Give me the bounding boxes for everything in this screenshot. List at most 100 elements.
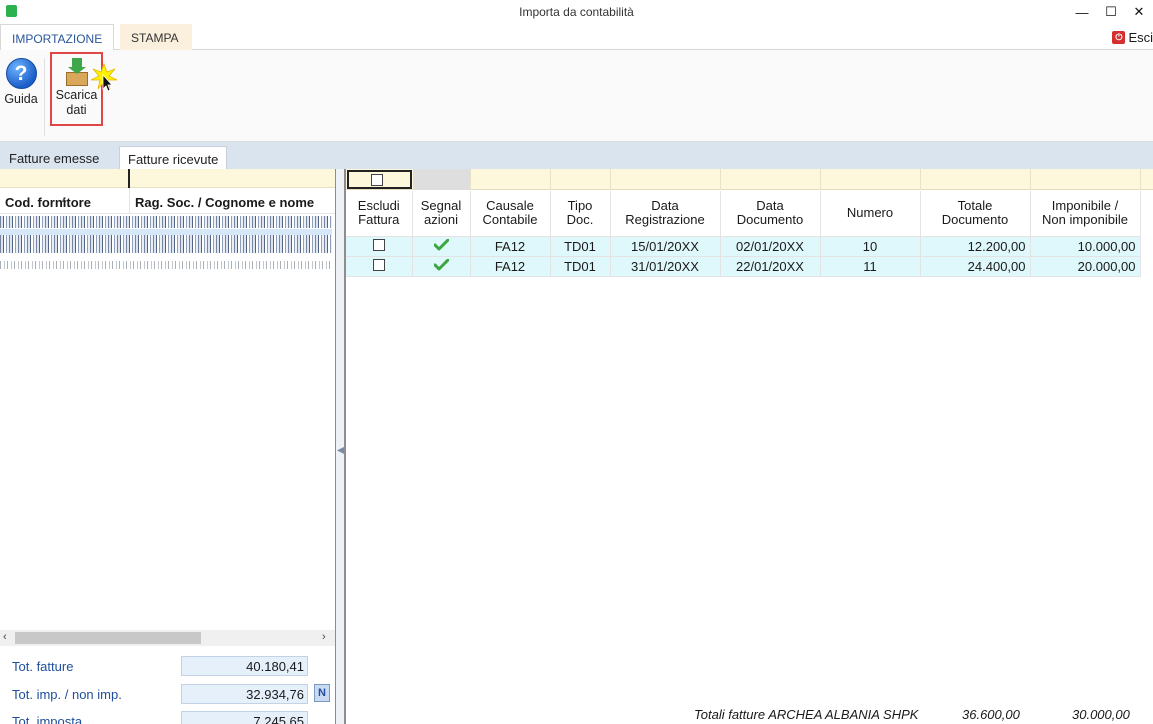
column-header-ragione-sociale[interactable]: Rag. Soc. / Cognome e nome: [135, 195, 314, 210]
window-title: Importa da contabilità: [519, 5, 634, 19]
data-registrazione-cell: 15/01/20XX: [610, 236, 721, 257]
n-badge-button[interactable]: N: [314, 684, 330, 702]
data-registrazione-cell: 31/01/20XX: [610, 256, 721, 277]
tipo-filter[interactable]: [550, 169, 610, 190]
causale-filter[interactable]: [470, 169, 550, 190]
tipo-cell: TD01: [550, 256, 611, 277]
invoice-row[interactable]: FA12 TD01 15/01/20XX 02/01/20XX 10 12.20…: [346, 236, 1141, 257]
tipo-cell: TD01: [550, 236, 611, 257]
scroll-left-icon[interactable]: ‹: [3, 631, 7, 643]
download-label-line2: dati: [66, 103, 87, 117]
numero-cell: 10: [820, 236, 921, 257]
total-tax-row: Tot. imposta 7.245,65: [0, 710, 335, 724]
alert-cell: [412, 236, 471, 257]
totale-cell: 12.200,00: [920, 236, 1031, 257]
exclude-checkbox[interactable]: [372, 238, 385, 251]
footer-imponibile: 30.000,00: [1072, 707, 1130, 722]
column-header-totale-documento[interactable]: Totale Documento: [920, 191, 1031, 237]
imponibile-cell: 20.000,00: [1030, 256, 1141, 277]
column-header-cod-fornitore[interactable]: Cod. fornitore: [5, 195, 91, 210]
supplier-code-filter[interactable]: [0, 169, 130, 188]
suppliers-panel: ▲ Cod. fornitore Rag. Soc. / Cognome e n…: [0, 169, 336, 724]
data-documento-filter[interactable]: [720, 169, 820, 190]
numero-filter[interactable]: [820, 169, 920, 190]
supplier-row[interactable]: [0, 261, 332, 269]
column-header-tipo-doc[interactable]: Tipo Doc.: [550, 191, 611, 237]
click-cursor-icon: [90, 62, 118, 92]
totale-cell: 24.400,00: [920, 256, 1031, 277]
tab-fatture-emesse[interactable]: Fatture emesse: [1, 146, 107, 169]
totals-panel: Tot. fatture 40.180,41 Tot. imp. / non i…: [0, 647, 335, 724]
exclude-all-filter[interactable]: [347, 170, 412, 189]
exclude-cell: [346, 256, 413, 277]
help-label: Guida: [4, 92, 38, 106]
collapse-left-icon[interactable]: ◀: [337, 445, 345, 465]
total-invoices-value: 40.180,41: [181, 656, 308, 676]
scrollbar-thumb[interactable]: [15, 632, 201, 644]
exclude-all-checkbox[interactable]: [371, 174, 383, 186]
invoices-footer-totals: Totali fatture ARCHEA ALBANIA SHPK 36.60…: [346, 705, 1153, 724]
horizontal-scrollbar[interactable]: ‹ ›: [0, 630, 335, 646]
scroll-right-icon[interactable]: ›: [322, 631, 326, 643]
imponibile-filter[interactable]: [1030, 169, 1140, 190]
minimize-button[interactable]: —: [1068, 0, 1096, 24]
ribbon-separator: [44, 58, 45, 136]
ribbon-tab-bar: IMPORTAZIONE STAMPA ⏻ Esci: [0, 24, 1153, 51]
column-header-escludi[interactable]: Escludi Fattura: [346, 191, 413, 237]
total-tax-value: 7.245,65: [181, 711, 308, 724]
tab-importazione[interactable]: IMPORTAZIONE: [0, 24, 115, 51]
invoice-row[interactable]: FA12 TD01 31/01/20XX 22/01/20XX 11 24.40…: [346, 256, 1141, 277]
column-header-data-documento[interactable]: Data Documento: [720, 191, 821, 237]
power-icon: ⏻: [1112, 31, 1126, 44]
content-tab-bar: Fatture emesse Fatture ricevute: [0, 142, 1153, 169]
causale-cell: FA12: [470, 256, 551, 277]
alert-cell: [412, 256, 471, 277]
exit-label: Esci: [1128, 30, 1153, 45]
download-package-icon: [65, 58, 89, 86]
alerts-filter: [413, 169, 470, 190]
column-header-causale[interactable]: Causale Contabile: [470, 191, 551, 237]
check-icon: [433, 258, 449, 270]
help-button[interactable]: ? Guida: [3, 58, 39, 107]
numero-cell: 11: [820, 256, 921, 277]
supplier-row[interactable]: [0, 235, 332, 247]
supplier-row[interactable]: [0, 216, 332, 228]
supplier-row[interactable]: [0, 247, 332, 253]
supplier-filter-row[interactable]: [0, 169, 335, 188]
panel-splitter[interactable]: ◀: [336, 169, 345, 724]
causale-cell: FA12: [470, 236, 551, 257]
data-documento-cell: 22/01/20XX: [720, 256, 821, 277]
help-icon: ?: [5, 58, 37, 89]
ribbon-panel: ? Guida Scarica dati: [0, 50, 1153, 142]
invoices-header-row: Escludi Fattura Segnal azioni Causale Conta…: [346, 191, 1141, 237]
invoices-table: Escludi Fattura Segnal azioni Causale Conta…: [346, 191, 1141, 277]
suppliers-header: ▲ Cod. fornitore Rag. Soc. / Cognome e n…: [0, 188, 335, 214]
column-header-segnalazioni[interactable]: Segnal azioni: [412, 191, 471, 237]
invoices-panel: Escludi Fattura Segnal azioni Causale Conta…: [344, 169, 1153, 724]
column-header-numero[interactable]: Numero: [820, 191, 921, 237]
tab-stampa[interactable]: STAMPA: [120, 24, 192, 50]
tab-fatture-ricevute[interactable]: Fatture ricevute: [119, 146, 228, 169]
total-invoices-label: Tot. fatture: [12, 659, 74, 674]
exit-button[interactable]: ⏻ Esci: [1112, 30, 1153, 45]
invoice-filter-row: [346, 169, 1153, 190]
total-taxable-row: Tot. imp. / non imp. 32.934,76 N: [0, 683, 335, 705]
data-registrazione-filter[interactable]: [610, 169, 720, 190]
footer-label: Totali fatture ARCHEA ALBANIA SHPK: [694, 707, 919, 722]
total-tax-label: Tot. imposta: [12, 714, 83, 724]
total-invoices-row: Tot. fatture 40.180,41: [0, 655, 335, 677]
imponibile-cell: 10.000,00: [1030, 236, 1141, 257]
totale-filter[interactable]: [920, 169, 1030, 190]
title-bar: Importa da contabilità — ☐ ✕: [0, 0, 1153, 24]
data-documento-cell: 02/01/20XX: [720, 236, 821, 257]
column-header-data-registrazione[interactable]: Data Registrazione: [610, 191, 721, 237]
check-icon: [433, 238, 449, 250]
maximize-button[interactable]: ☐: [1097, 0, 1125, 24]
total-taxable-label: Tot. imp. / non imp.: [12, 687, 122, 702]
extra-filter: [1140, 169, 1153, 190]
close-button[interactable]: ✕: [1125, 0, 1153, 24]
exclude-checkbox[interactable]: [372, 258, 385, 271]
import-window: Importa da contabilità — ☐ ✕ IMPORTAZION…: [0, 0, 1153, 724]
column-header-imponibile[interactable]: Imponibile / Non imponibile: [1030, 191, 1141, 237]
footer-totale: 36.600,00: [962, 707, 1020, 722]
